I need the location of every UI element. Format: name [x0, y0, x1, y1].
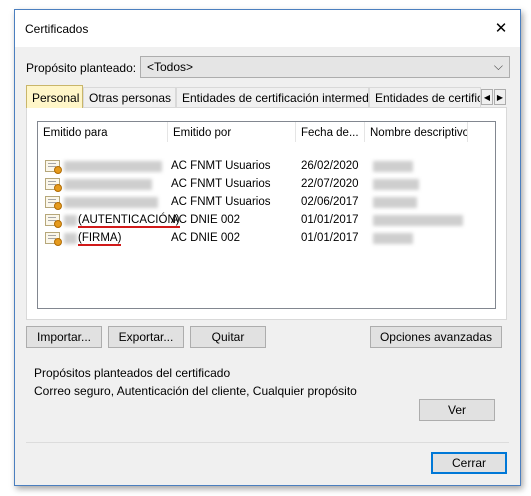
- remove-button[interactable]: Quitar: [190, 326, 266, 348]
- table-row[interactable]: (FIRMA) AC DNIE 002 01/01/2017: [38, 230, 495, 248]
- expiration-cell: 02/06/2017: [301, 196, 359, 208]
- tab-personal[interactable]: Personal: [26, 85, 83, 108]
- purpose-select-value: <Todos>: [147, 60, 194, 74]
- close-window-button[interactable]: ✕: [486, 15, 516, 41]
- purposes-text: Correo seguro, Autenticación del cliente…: [34, 384, 357, 398]
- purposes-group-label: Propósitos planteados del certificado: [34, 366, 231, 380]
- expiration-cell: 01/01/2017: [301, 214, 359, 226]
- footer-divider: [26, 442, 509, 443]
- issued-by-cell: AC DNIE 002: [171, 214, 241, 226]
- redacted-issued-to: [64, 197, 158, 208]
- expiration-cell: 01/01/2017: [301, 232, 359, 244]
- certificate-icon: [45, 178, 62, 192]
- certificates-dialog: Certificados ✕ Propósito planteado: <Tod…: [14, 9, 521, 486]
- tab-intermediate-cas[interactable]: Entidades de certificación intermedias: [176, 87, 369, 107]
- redacted-issued-to: [64, 215, 77, 226]
- tab-root-cas[interactable]: Entidades de certificación: [369, 87, 481, 107]
- export-button[interactable]: Exportar...: [108, 326, 184, 348]
- redacted-issued-to: [64, 233, 77, 244]
- issued-by-cell: AC FNMT Usuarios: [171, 196, 271, 208]
- expiration-cell: 26/02/2020: [301, 160, 359, 172]
- table-row[interactable]: AC FNMT Usuarios 22/07/2020: [38, 176, 495, 194]
- close-button[interactable]: Cerrar: [431, 452, 507, 474]
- chevron-down-icon: ⌵: [493, 59, 503, 73]
- tab-strip: Personal Otras personas Entidades de cer…: [26, 85, 507, 108]
- issued-to-cell: (AUTENTICACIÓN): [78, 214, 180, 228]
- purpose-select[interactable]: <Todos> ⌵: [140, 56, 510, 78]
- table-row[interactable]: (AUTENTICACIÓN) AC DNIE 002 01/01/2017: [38, 212, 495, 230]
- title-bar: Certificados ✕: [15, 10, 520, 47]
- column-header-friendly-name[interactable]: Nombre descriptivo: [365, 122, 468, 142]
- purpose-label: Propósito planteado:: [26, 61, 137, 75]
- redacted-friendly-name: [373, 161, 413, 172]
- certificate-icon: [45, 214, 62, 228]
- table-row[interactable]: AC FNMT Usuarios 02/06/2017: [38, 194, 495, 212]
- redacted-friendly-name: [373, 197, 417, 208]
- redacted-issued-to: [64, 161, 162, 172]
- redacted-issued-to: [64, 179, 152, 190]
- certificate-icon: [45, 160, 62, 174]
- expiration-cell: 22/07/2020: [301, 178, 359, 190]
- issued-by-cell: AC FNMT Usuarios: [171, 160, 271, 172]
- column-header-issued-by[interactable]: Emitido por: [168, 122, 296, 142]
- column-header-expiration[interactable]: Fecha de...: [296, 122, 365, 142]
- column-header-issued-to[interactable]: Emitido para: [38, 122, 168, 142]
- certificate-list[interactable]: Emitido para Emitido por Fecha de... Nom…: [37, 121, 496, 309]
- issued-by-cell: AC DNIE 002: [171, 232, 241, 244]
- window-title: Certificados: [25, 22, 89, 36]
- view-button[interactable]: Ver: [419, 399, 495, 421]
- certificate-icon: [45, 232, 62, 246]
- issued-by-cell: AC FNMT Usuarios: [171, 178, 271, 190]
- import-button[interactable]: Importar...: [26, 326, 102, 348]
- table-row[interactable]: AC FNMT Usuarios 26/02/2020: [38, 158, 495, 176]
- tab-scroll-right-icon[interactable]: ▶: [494, 89, 506, 105]
- advanced-options-button[interactable]: Opciones avanzadas: [370, 326, 502, 348]
- issued-to-cell: (FIRMA): [78, 232, 122, 246]
- redacted-friendly-name: [373, 179, 419, 190]
- certificate-icon: [45, 196, 62, 210]
- redacted-friendly-name: [373, 233, 413, 244]
- tab-panel-personal: Emitido para Emitido por Fecha de... Nom…: [26, 107, 507, 320]
- redacted-friendly-name: [373, 215, 463, 226]
- tab-scroll-left-icon[interactable]: ◀: [481, 89, 493, 105]
- tab-otras-personas[interactable]: Otras personas: [83, 87, 176, 107]
